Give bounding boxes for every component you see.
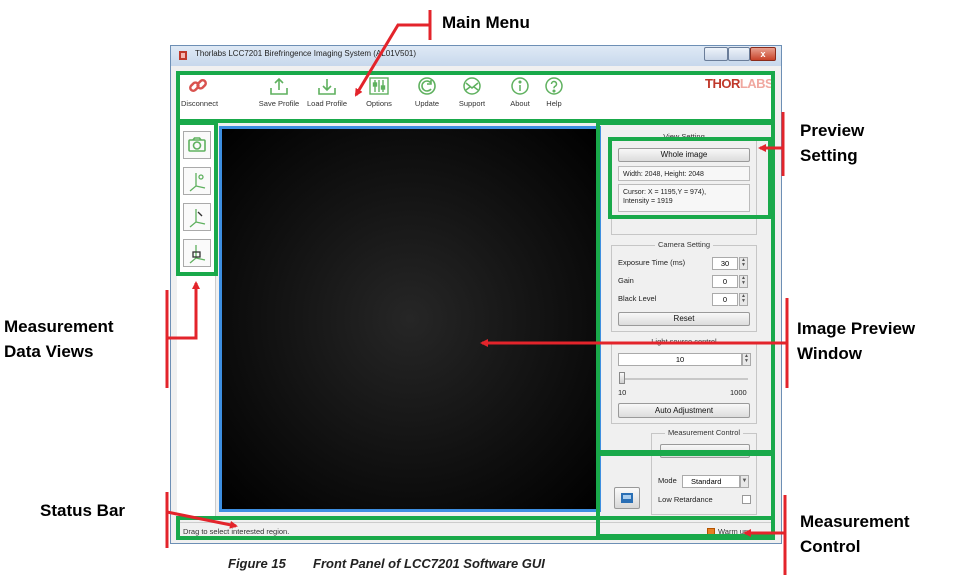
callout-arrows [165,10,789,575]
measurement-control-callout-line2: Control [800,537,861,556]
image-preview-callout-line2: Window [797,344,862,363]
figure-caption: Figure 15 Front Panel of LCC7201 Softwar… [228,556,545,571]
measurement-control-callout-line1: Measurement [800,512,910,531]
status-bar-arrow [166,510,238,529]
figure-number: Figure 15 [228,556,286,571]
image-preview-callout-line1: Image Preview [797,319,916,338]
main-menu-callout: Main Menu [442,13,530,32]
measurement-views-callout-line2: Data Views [4,342,94,361]
preview-setting-callout-line2: Setting [800,146,858,165]
preview-setting-callout-line1: Preview [800,121,865,140]
main-menu-arrow [354,23,430,97]
status-bar-callout: Status Bar [40,501,126,520]
measurement-views-callout-line1: Measurement [4,317,114,336]
measurement-views-arrow [167,281,200,340]
figure-title: Front Panel of LCC7201 Software GUI [313,556,545,571]
